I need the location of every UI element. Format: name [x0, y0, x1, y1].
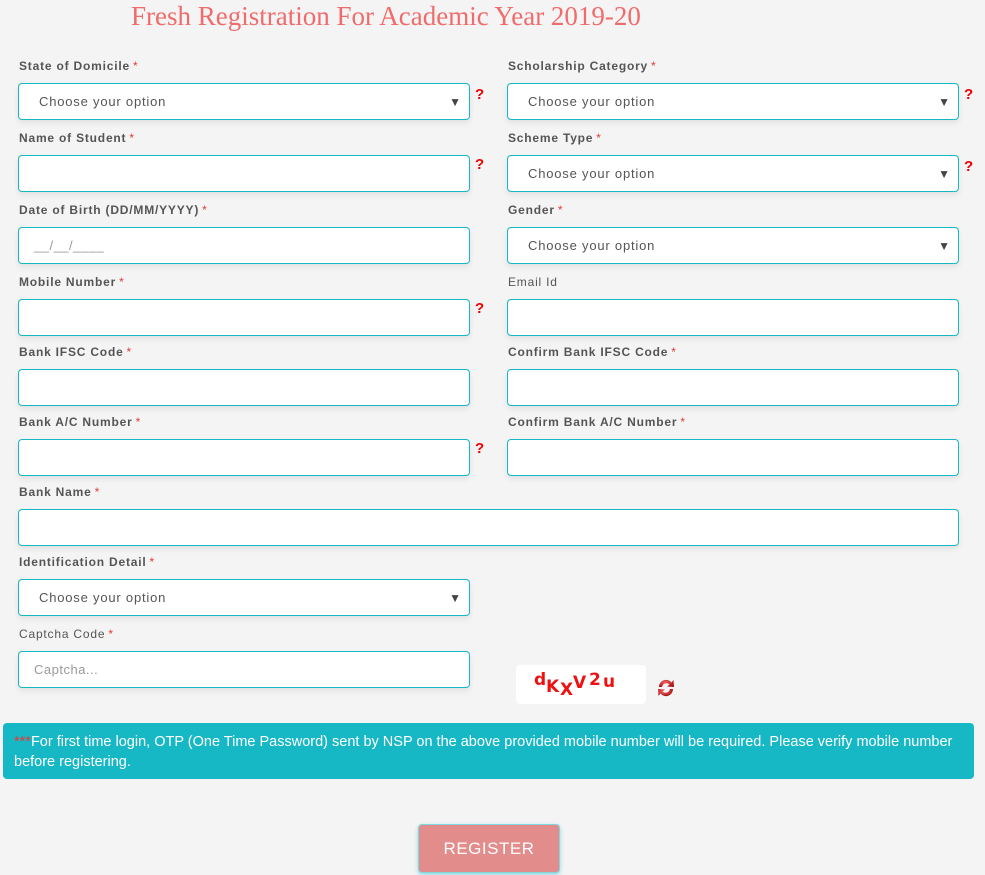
mobile-number-input[interactable]: [18, 299, 470, 336]
scheme-type-select[interactable]: Choose your option ▼: [507, 155, 959, 192]
captcha-char: K: [546, 677, 560, 697]
help-icon[interactable]: ?: [964, 86, 973, 103]
captcha-input[interactable]: Captcha...: [18, 651, 470, 688]
register-button[interactable]: REGISTER: [418, 824, 560, 873]
page-title: Fresh Registration For Academic Year 201…: [131, 1, 641, 31]
bank-name-input[interactable]: [18, 509, 959, 546]
chevron-down-icon: ▼: [938, 167, 950, 181]
help-icon[interactable]: ?: [475, 440, 484, 457]
date-of-birth-input[interactable]: __/__/____: [18, 227, 470, 264]
help-icon[interactable]: ?: [475, 156, 484, 173]
date-of-birth-label: Date of Birth (DD/MM/YYYY) *: [19, 203, 208, 217]
captcha-label: Captcha Code *: [19, 627, 114, 641]
email-id-input[interactable]: [507, 299, 959, 336]
confirm-bank-ac-number-input[interactable]: [507, 439, 959, 476]
help-icon[interactable]: ?: [964, 158, 973, 175]
email-id-label: Email Id: [508, 275, 558, 289]
captcha-char: 2: [589, 670, 601, 690]
bank-ac-number-label: Bank A/C Number *: [19, 415, 142, 429]
bank-ac-number-input[interactable]: [18, 439, 470, 476]
confirm-bank-ac-number-label: Confirm Bank A/C Number *: [508, 415, 686, 429]
scheme-type-label: Scheme Type *: [508, 131, 602, 145]
state-of-domicile-label: State of Domicile *: [19, 59, 139, 73]
notice-stars: ***: [14, 734, 31, 750]
chevron-down-icon: ▼: [449, 591, 461, 605]
selected-value: Choose your option: [39, 94, 167, 109]
bank-ifsc-label: Bank IFSC Code *: [19, 345, 133, 359]
identification-detail-label: Identification Detail *: [19, 555, 155, 569]
bank-name-label: Bank Name *: [19, 485, 101, 499]
help-icon[interactable]: ?: [475, 300, 484, 317]
identification-detail-select[interactable]: Choose your option ▼: [18, 579, 470, 616]
notice-text: For first time login, OTP (One Time Pass…: [14, 734, 953, 770]
scholarship-category-select[interactable]: Choose your option ▼: [507, 83, 959, 120]
chevron-down-icon: ▼: [449, 95, 461, 109]
selected-value: Choose your option: [528, 238, 656, 253]
state-of-domicile-select[interactable]: Choose your option ▼: [18, 83, 470, 120]
gender-label: Gender *: [508, 203, 564, 217]
captcha-char: V: [573, 673, 587, 693]
captcha-placeholder: Captcha...: [34, 662, 99, 677]
name-of-student-input[interactable]: [18, 155, 470, 192]
gender-select[interactable]: Choose your option ▼: [507, 227, 959, 264]
name-of-student-label: Name of Student *: [19, 131, 135, 145]
captcha-char: u: [603, 672, 616, 692]
otp-notice: ***For first time login, OTP (One Time P…: [3, 723, 974, 779]
scholarship-category-label: Scholarship Category *: [508, 59, 657, 73]
selected-value: Choose your option: [39, 590, 167, 605]
confirm-bank-ifsc-label: Confirm Bank IFSC Code *: [508, 345, 677, 359]
help-icon[interactable]: ?: [475, 86, 484, 103]
chevron-down-icon: ▼: [938, 239, 950, 253]
captcha-char: d: [534, 670, 547, 690]
refresh-captcha-icon[interactable]: [654, 676, 678, 700]
mobile-number-label: Mobile Number *: [19, 275, 125, 289]
selected-value: Choose your option: [528, 94, 656, 109]
bank-ifsc-input[interactable]: [18, 369, 470, 406]
selected-value: Choose your option: [528, 166, 656, 181]
captcha-char: X: [560, 680, 574, 700]
confirm-bank-ifsc-input[interactable]: [507, 369, 959, 406]
date-placeholder: __/__/____: [34, 238, 105, 253]
captcha-image: d K X V 2 u: [516, 665, 646, 704]
chevron-down-icon: ▼: [938, 95, 950, 109]
